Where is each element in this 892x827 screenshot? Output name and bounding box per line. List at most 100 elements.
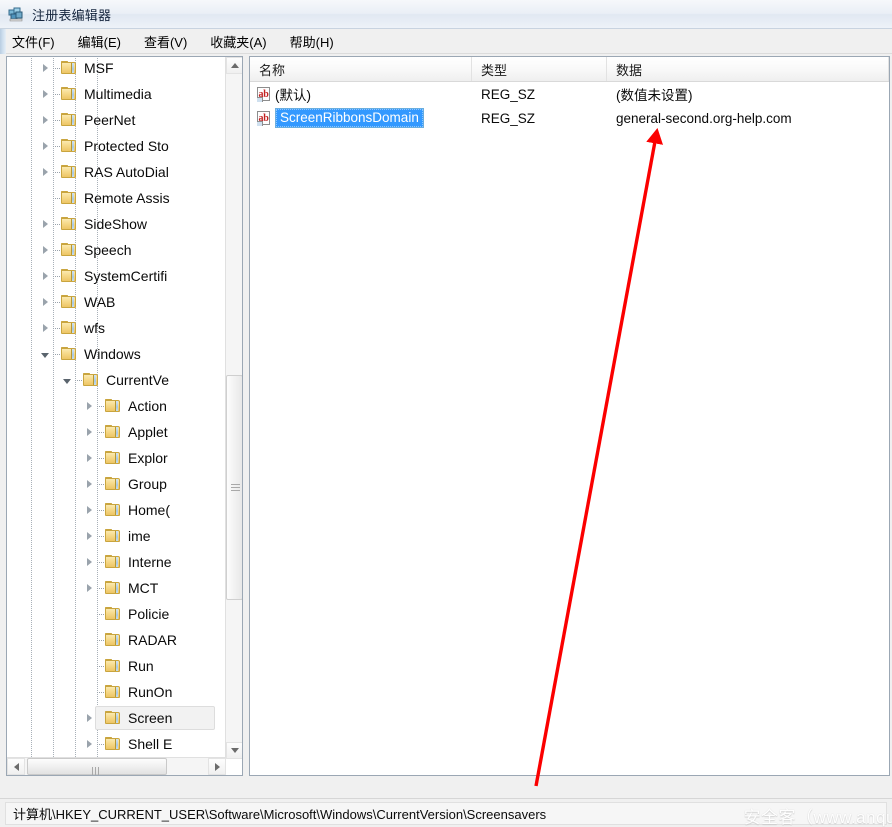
value-row[interactable]: ab ScreenRibbonsDomain REG_SZ general-secon…: [250, 106, 889, 130]
tree-vertical-scrollbar[interactable]: [225, 57, 242, 759]
expander-collapse-icon[interactable]: [59, 372, 75, 388]
registry-tree: MSF Multimedia PeerNet Protected Sto RAS Aut…: [7, 57, 226, 759]
chevron-up-icon: [231, 63, 239, 68]
expander-expand-icon[interactable]: [81, 424, 97, 440]
column-name-header[interactable]: 名称: [250, 57, 472, 81]
tree-item-group[interactable]: Group: [7, 471, 226, 497]
menu-edit[interactable]: 编辑(E): [78, 29, 131, 54]
tree-item-ime[interactable]: ime: [7, 523, 226, 549]
tree-item-sideshow[interactable]: SideShow: [7, 211, 226, 237]
tree-item-label: Policie: [128, 606, 170, 622]
tree-item-applet[interactable]: Applet: [7, 419, 226, 445]
tree-item-screen[interactable]: Screen: [7, 705, 226, 731]
tree-item-shell-e[interactable]: Shell E: [7, 731, 226, 757]
menu-help[interactable]: 帮助(H): [290, 29, 344, 54]
expander-expand-icon[interactable]: [37, 320, 53, 336]
tree-item-explor[interactable]: Explor: [7, 445, 226, 471]
tree-item-protected-sto[interactable]: Protected Sto: [7, 133, 226, 159]
tree-item-label: Applet: [128, 424, 168, 440]
expander-expand-icon[interactable]: [81, 580, 97, 596]
folder-icon: [61, 165, 78, 179]
folder-icon: [105, 503, 122, 517]
menu-view[interactable]: 查看(V): [144, 29, 197, 54]
registry-values-pane[interactable]: 名称 类型 数据 ab (默认) REG_SZ (数值未设置) ab ScreenRibbon…: [249, 56, 890, 776]
expander-expand-icon[interactable]: [37, 268, 53, 284]
tree-item-radar[interactable]: RADAR: [7, 627, 226, 653]
expander-expand-icon[interactable]: [81, 710, 97, 726]
scroll-left-button[interactable]: [7, 758, 25, 775]
tree-item-policie[interactable]: Policie: [7, 601, 226, 627]
tree-item-multimedia[interactable]: Multimedia: [7, 81, 226, 107]
value-name-cell[interactable]: ab ScreenRibbonsDomain: [256, 106, 424, 130]
tree-item-home[interactable]: Home(: [7, 497, 226, 523]
menu-file[interactable]: 文件(F): [12, 29, 65, 54]
tree-item-windows[interactable]: Windows: [7, 341, 226, 367]
menu-favorites[interactable]: 收藏夹(A): [210, 29, 276, 54]
tree-item-run[interactable]: Run: [7, 653, 226, 679]
tree-item-wab[interactable]: WAB: [7, 289, 226, 315]
column-header-label: 类型: [481, 62, 508, 78]
expander-expand-icon[interactable]: [81, 554, 97, 570]
tree-item-peernet[interactable]: PeerNet: [7, 107, 226, 133]
scroll-up-button[interactable]: [226, 57, 242, 74]
expander-expand-icon[interactable]: [81, 502, 97, 518]
value-data-cell: general-second.org-help.com: [616, 106, 792, 130]
tree-item-label: Screen: [128, 710, 173, 726]
folder-icon: [105, 451, 122, 465]
tree-item-wfs[interactable]: wfs: [7, 315, 226, 341]
expander-expand-icon[interactable]: [37, 112, 53, 128]
tree-item-interne[interactable]: Interne: [7, 549, 226, 575]
registry-tree-pane[interactable]: MSF Multimedia PeerNet Protected Sto RAS Aut…: [6, 56, 243, 776]
column-type-header[interactable]: 类型: [472, 57, 607, 81]
tree-item-speech[interactable]: Speech: [7, 237, 226, 263]
tree-horizontal-scrollbar[interactable]: [7, 757, 226, 775]
tree-item-remote-assis[interactable]: Remote Assis: [7, 185, 226, 211]
scroll-down-button[interactable]: [226, 742, 242, 759]
expander-expand-icon[interactable]: [37, 138, 53, 154]
expander-expand-icon[interactable]: [81, 736, 97, 752]
chevron-right-icon: [215, 763, 220, 771]
tree-item-ras-autodial[interactable]: RAS AutoDial: [7, 159, 226, 185]
value-name-cell[interactable]: ab (默认): [256, 82, 311, 106]
tree-connector-dash: [53, 301, 60, 303]
expander-expand-icon[interactable]: [81, 398, 97, 414]
value-data: (数值未设置): [616, 88, 693, 103]
folder-icon: [105, 477, 122, 491]
expander-expand-icon[interactable]: [37, 164, 53, 180]
column-data-header[interactable]: 数据: [607, 57, 889, 81]
tree-horizontal-scroll-thumb[interactable]: [27, 758, 167, 775]
tree-item-systemcertifi[interactable]: SystemCertifi: [7, 263, 226, 289]
expander-expand-icon[interactable]: [81, 476, 97, 492]
folder-icon: [61, 269, 78, 283]
expander-collapse-icon[interactable]: [37, 346, 53, 362]
expander-expand-icon[interactable]: [37, 294, 53, 310]
list-column-headers: 名称 类型 数据: [250, 57, 889, 82]
value-type: REG_SZ: [481, 86, 536, 102]
title-bar[interactable]: 注册表编辑器: [0, 0, 892, 29]
tree-connector-dash: [53, 145, 60, 147]
value-row[interactable]: ab (默认) REG_SZ (数值未设置): [250, 82, 889, 106]
tree-vertical-scroll-thumb[interactable]: [226, 375, 242, 600]
tree-connector-dash: [53, 223, 60, 225]
expander-expand-icon[interactable]: [37, 86, 53, 102]
expander-expand-icon[interactable]: [81, 528, 97, 544]
tree-item-msf[interactable]: MSF: [7, 57, 226, 81]
expander-expand-icon[interactable]: [37, 242, 53, 258]
folder-icon: [105, 737, 122, 751]
tree-item-currentve[interactable]: CurrentVe: [7, 367, 226, 393]
tree-item-runon[interactable]: RunOn: [7, 679, 226, 705]
expander-expand-icon[interactable]: [37, 60, 53, 76]
expander-expand-icon[interactable]: [81, 450, 97, 466]
tree-item-action[interactable]: Action: [7, 393, 226, 419]
tree-connector-dash: [97, 457, 104, 459]
expander-expand-icon[interactable]: [37, 216, 53, 232]
scroll-right-button[interactable]: [208, 758, 226, 775]
tree-item-label: RunOn: [128, 684, 173, 700]
folder-icon: [61, 347, 78, 361]
tree-item-mct[interactable]: MCT: [7, 575, 226, 601]
